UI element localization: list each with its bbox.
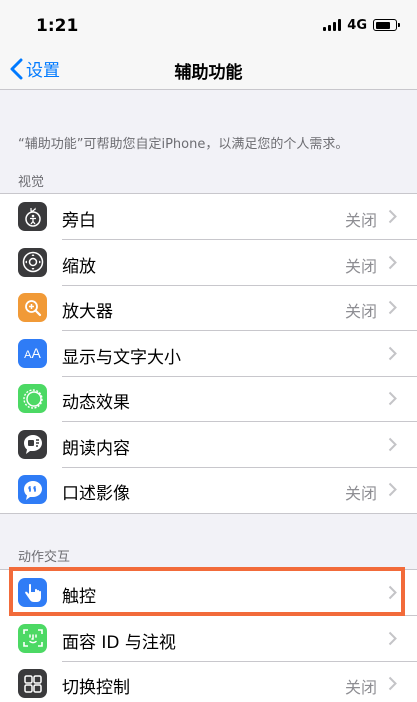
voiceover-icon bbox=[18, 202, 47, 231]
row-value: 关闭 bbox=[344, 678, 377, 697]
face-id-icon bbox=[18, 623, 47, 653]
interaction-group: 触控 面容 ID 与注视 切换控制 关闭 bbox=[0, 569, 417, 702]
row-zoom[interactable]: 缩放 关闭 bbox=[0, 240, 417, 285]
zoom-icon bbox=[18, 247, 47, 277]
touch-icon bbox=[18, 578, 47, 607]
audio-description-icon bbox=[18, 475, 47, 504]
row-label: 口述影像 bbox=[62, 484, 130, 504]
row-spoken-content[interactable]: 朗读内容 bbox=[0, 422, 417, 467]
row-voiceover[interactable]: 旁白 关闭 bbox=[0, 194, 417, 240]
status-time: 1:21 bbox=[36, 16, 79, 36]
vision-group: 旁白 关闭 缩放 关闭 放大器 关闭 AA 显示与文字大小 动态效果 朗读内容 … bbox=[0, 193, 417, 514]
chevron-right-icon bbox=[388, 631, 397, 645]
network-type: 4G bbox=[347, 17, 367, 33]
row-value: 关闭 bbox=[344, 302, 377, 321]
row-value: 关闭 bbox=[344, 256, 377, 276]
chevron-right-icon bbox=[388, 676, 397, 691]
row-face-id-attention[interactable]: 面容 ID 与注视 bbox=[0, 616, 417, 661]
spoken-content-icon bbox=[18, 429, 47, 459]
row-label: 旁白 bbox=[62, 211, 96, 231]
row-label: 放大器 bbox=[62, 302, 113, 322]
chevron-right-icon bbox=[388, 346, 397, 360]
row-switch-control[interactable]: 切换控制 关闭 bbox=[0, 661, 417, 702]
status-bar: 1:21 4G bbox=[0, 0, 417, 48]
chevron-right-icon bbox=[388, 437, 397, 451]
page-title: 辅助功能 bbox=[174, 63, 243, 83]
motion-icon bbox=[18, 384, 47, 413]
row-value: 关闭 bbox=[344, 484, 377, 503]
row-label: 朗读内容 bbox=[62, 438, 130, 459]
chevron-right-icon bbox=[388, 300, 397, 315]
intro-text: “辅助功能”可帮助您自定iPhone，以满足您的个人需求。 bbox=[18, 137, 349, 152]
row-label: 切换控制 bbox=[62, 678, 130, 698]
chevron-right-icon bbox=[388, 391, 397, 406]
text-size-icon: AA bbox=[18, 338, 47, 368]
row-touch[interactable]: 触控 bbox=[0, 570, 417, 616]
chevron-right-icon bbox=[388, 585, 397, 600]
row-value: 关闭 bbox=[344, 211, 377, 230]
nav-bar: 设置 辅助功能 bbox=[0, 48, 417, 90]
magnifier-icon bbox=[18, 293, 47, 322]
row-label: 动态效果 bbox=[62, 393, 130, 413]
row-display-text-size[interactable]: AA 显示与文字大小 bbox=[0, 331, 417, 376]
row-audio-descriptions[interactable]: 口述影像 关闭 bbox=[0, 467, 417, 513]
battery-icon bbox=[373, 19, 400, 31]
row-label: 面容 ID 与注视 bbox=[62, 632, 176, 653]
status-indicators: 4G bbox=[323, 17, 400, 33]
chevron-right-icon bbox=[388, 209, 397, 224]
row-label: 触控 bbox=[62, 587, 96, 607]
signal-icon bbox=[323, 19, 342, 31]
chevron-right-icon bbox=[388, 255, 397, 269]
section-header-vision: 视觉 bbox=[18, 175, 45, 190]
row-label: 缩放 bbox=[62, 256, 96, 277]
switch-control-icon bbox=[18, 669, 47, 698]
row-motion[interactable]: 动态效果 bbox=[0, 376, 417, 422]
row-magnifier[interactable]: 放大器 关闭 bbox=[0, 285, 417, 331]
row-label: 显示与文字大小 bbox=[62, 347, 181, 368]
chevron-right-icon bbox=[388, 482, 397, 497]
section-header-interaction: 动作交互 bbox=[18, 550, 71, 565]
